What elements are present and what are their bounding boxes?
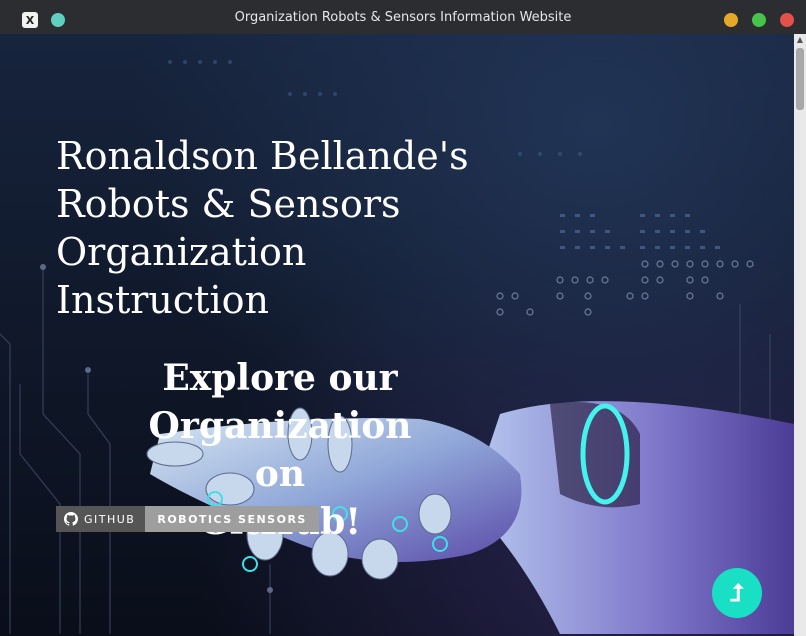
explore-line: Explore our bbox=[162, 357, 398, 399]
vertical-scrollbar[interactable]: ▲ bbox=[794, 34, 806, 636]
explore-line: Organization on bbox=[148, 405, 412, 495]
scrollbar-thumb[interactable] bbox=[796, 48, 804, 110]
hero-title: Ronaldson Bellande's Robots & Sensors Or… bbox=[56, 132, 486, 324]
minimize-button[interactable] bbox=[724, 13, 738, 27]
window-title: Organization Robots & Sensors Informatio… bbox=[234, 9, 572, 25]
arrow-up-icon: ⮥ bbox=[729, 579, 745, 607]
window-titlebar: X Organization Robots & Sensors Informat… bbox=[0, 0, 806, 34]
app-icon[interactable]: X bbox=[22, 12, 38, 28]
hero-title-line: Robots & Sensors bbox=[56, 182, 401, 226]
hero-title-line: Organization bbox=[56, 230, 307, 274]
hero-title-line: Ronaldson Bellande's bbox=[56, 134, 469, 178]
close-button[interactable] bbox=[780, 13, 794, 27]
page-viewport: Ronaldson Bellande's Robots & Sensors Or… bbox=[0, 34, 794, 636]
github-badge-link[interactable]: GITHUB ROBOTICS SENSORS bbox=[56, 506, 319, 532]
scroll-up-icon[interactable]: ▲ bbox=[794, 34, 806, 46]
badge-right-label: ROBOTICS SENSORS bbox=[145, 506, 319, 532]
badge-left: GITHUB bbox=[56, 506, 146, 532]
pin-window-button[interactable] bbox=[51, 13, 65, 27]
github-icon bbox=[64, 512, 78, 526]
hero-title-line: Instruction bbox=[56, 278, 269, 322]
back-to-top-button[interactable]: ⮥ bbox=[712, 568, 762, 618]
badge-left-label: GITHUB bbox=[84, 512, 136, 526]
maximize-button[interactable] bbox=[752, 13, 766, 27]
